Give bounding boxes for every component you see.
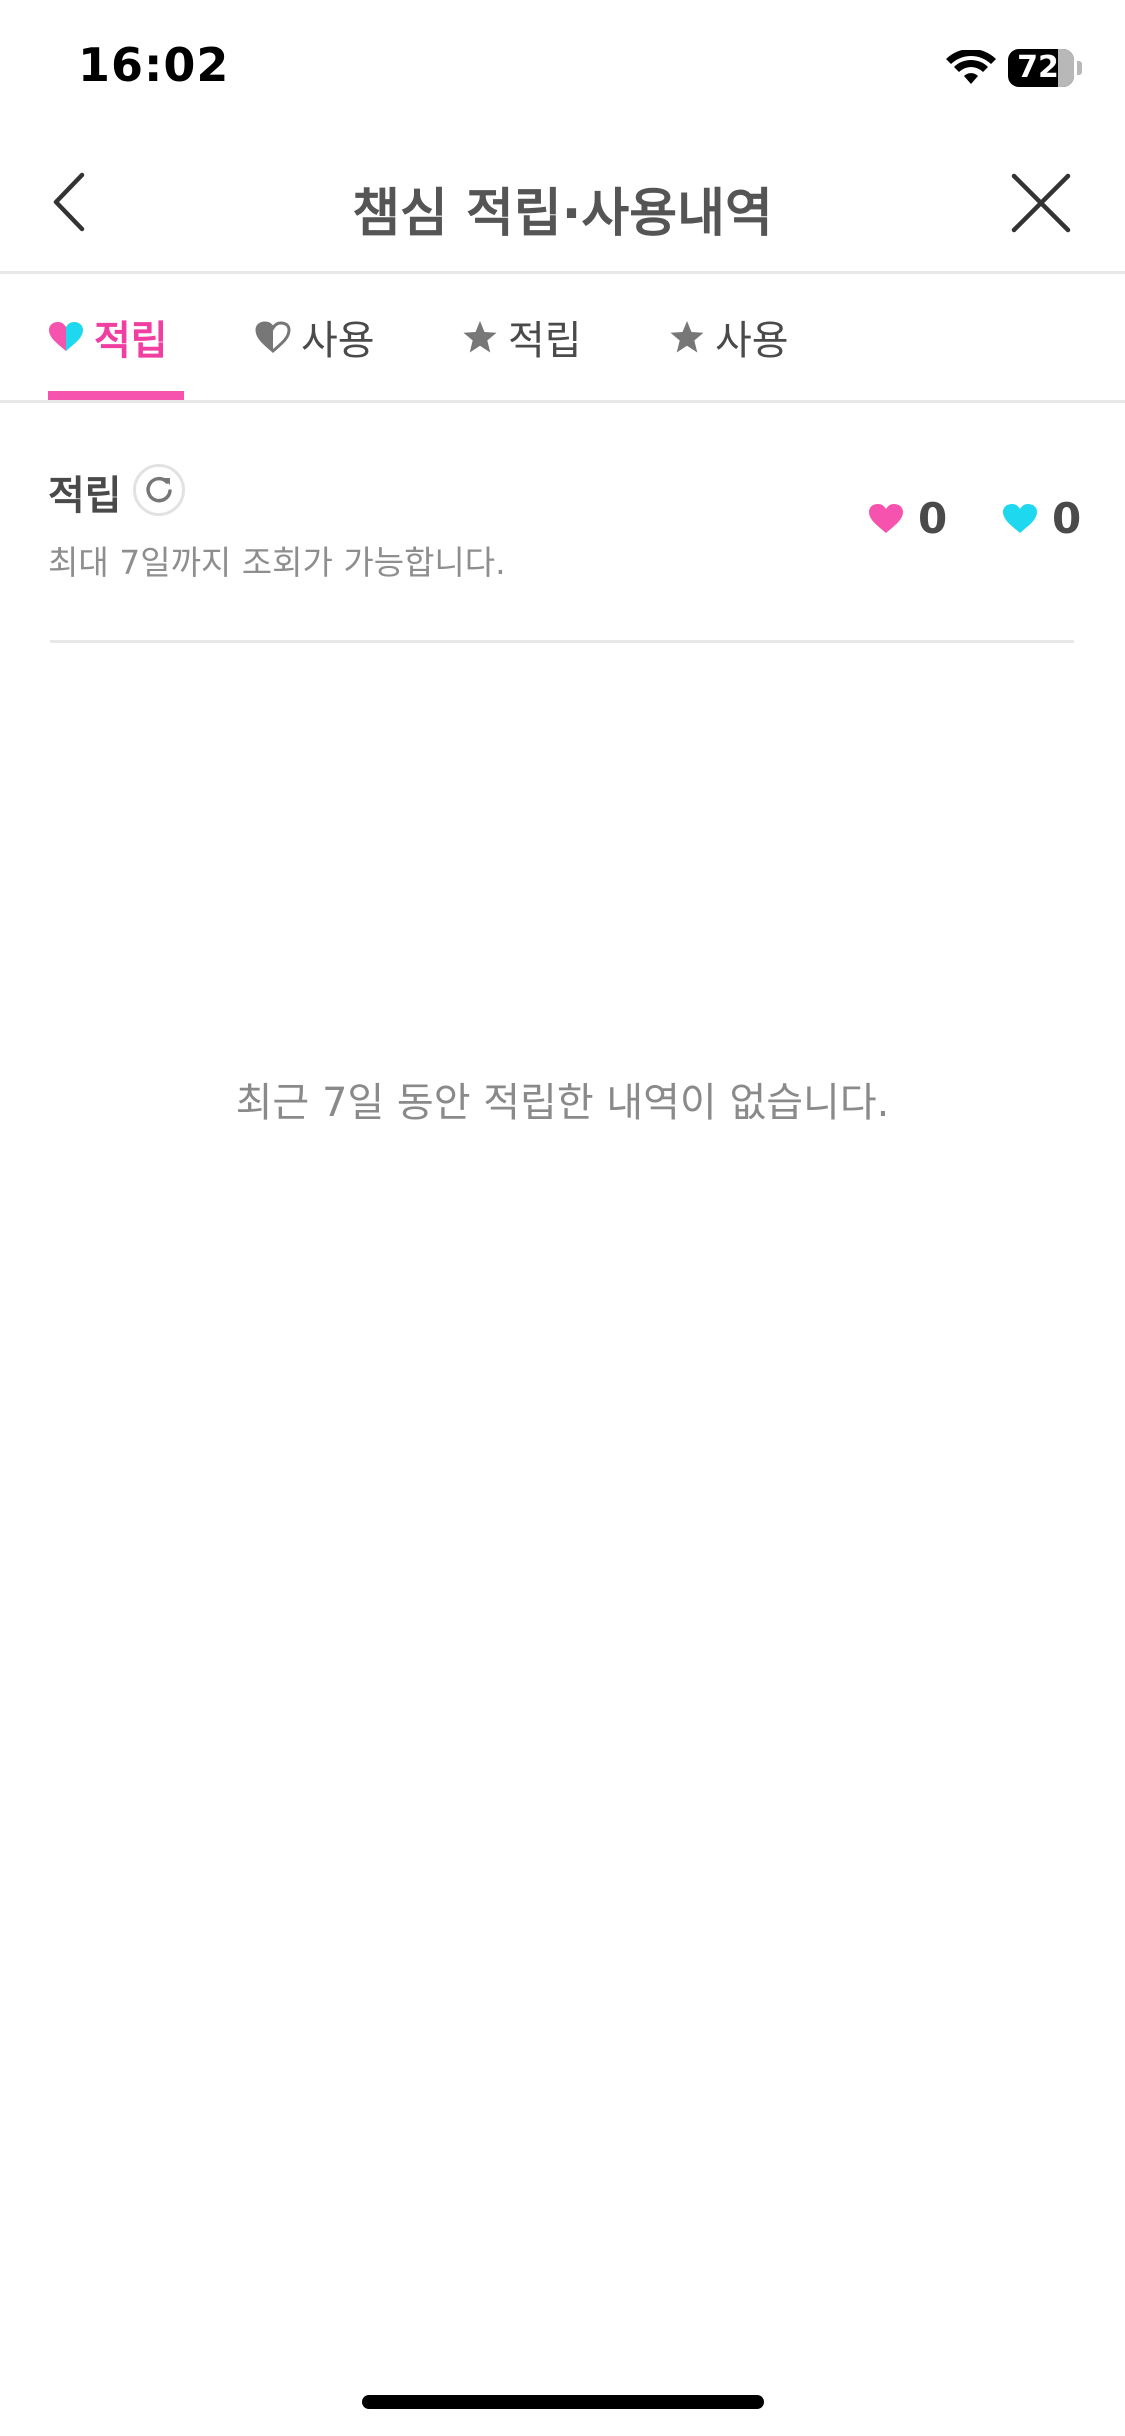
tab-label: 적립	[94, 318, 168, 364]
tab-star-earn[interactable]: 적립	[462, 274, 582, 400]
empty-state-message: 최근 7일 동안 적립한 내역이 없습니다.	[235, 1080, 890, 1126]
page-title: 챔심 적립·사용내역	[352, 184, 773, 244]
pink-heart-count-value: 0	[918, 494, 948, 543]
battery-icon: 72	[1008, 49, 1074, 87]
pink-heart-icon	[869, 503, 903, 533]
app-screen: 16:02 72 챔심 적립·사용내역 적립 사용 적립 사용 적립 최대 7일…	[0, 0, 1125, 2436]
half-heart-pink-cyan-icon	[49, 322, 83, 351]
tab-label: 사용	[301, 318, 375, 364]
refresh-button[interactable]	[133, 464, 185, 516]
close-button[interactable]	[1004, 166, 1078, 240]
tab-heart-use[interactable]: 사용	[255, 274, 375, 400]
tab-heart-earn[interactable]: 적립	[48, 274, 168, 400]
cyan-heart-count: 0	[1002, 494, 1081, 543]
header: 챔심 적립·사용내역	[0, 135, 1125, 274]
summary-note: 최대 7일까지 조회가 가능합니다.	[48, 543, 506, 582]
cyan-heart-icon	[1003, 503, 1037, 533]
pink-heart-count: 0	[868, 494, 947, 543]
star-icon	[463, 321, 497, 353]
home-indicator[interactable]	[362, 2395, 764, 2409]
star-icon	[670, 321, 704, 353]
status-time: 16:02	[78, 38, 230, 92]
half-heart-outline-icon	[255, 321, 291, 353]
tab-star-use[interactable]: 사용	[669, 274, 789, 400]
divider	[50, 640, 1074, 643]
status-bar: 16:02 72	[0, 0, 1125, 135]
close-icon	[1011, 173, 1071, 233]
tab-bar: 적립 사용 적립 사용	[0, 274, 1125, 403]
cyan-heart-count-value: 0	[1052, 494, 1082, 543]
battery-cap	[1077, 61, 1082, 75]
active-tab-indicator	[48, 391, 184, 400]
tab-label: 적립	[508, 318, 582, 364]
summary-title: 적립	[48, 473, 122, 519]
wifi-icon	[946, 50, 996, 84]
tab-label: 사용	[715, 318, 789, 364]
refresh-icon	[146, 476, 172, 503]
battery-level: 72	[1017, 50, 1059, 85]
